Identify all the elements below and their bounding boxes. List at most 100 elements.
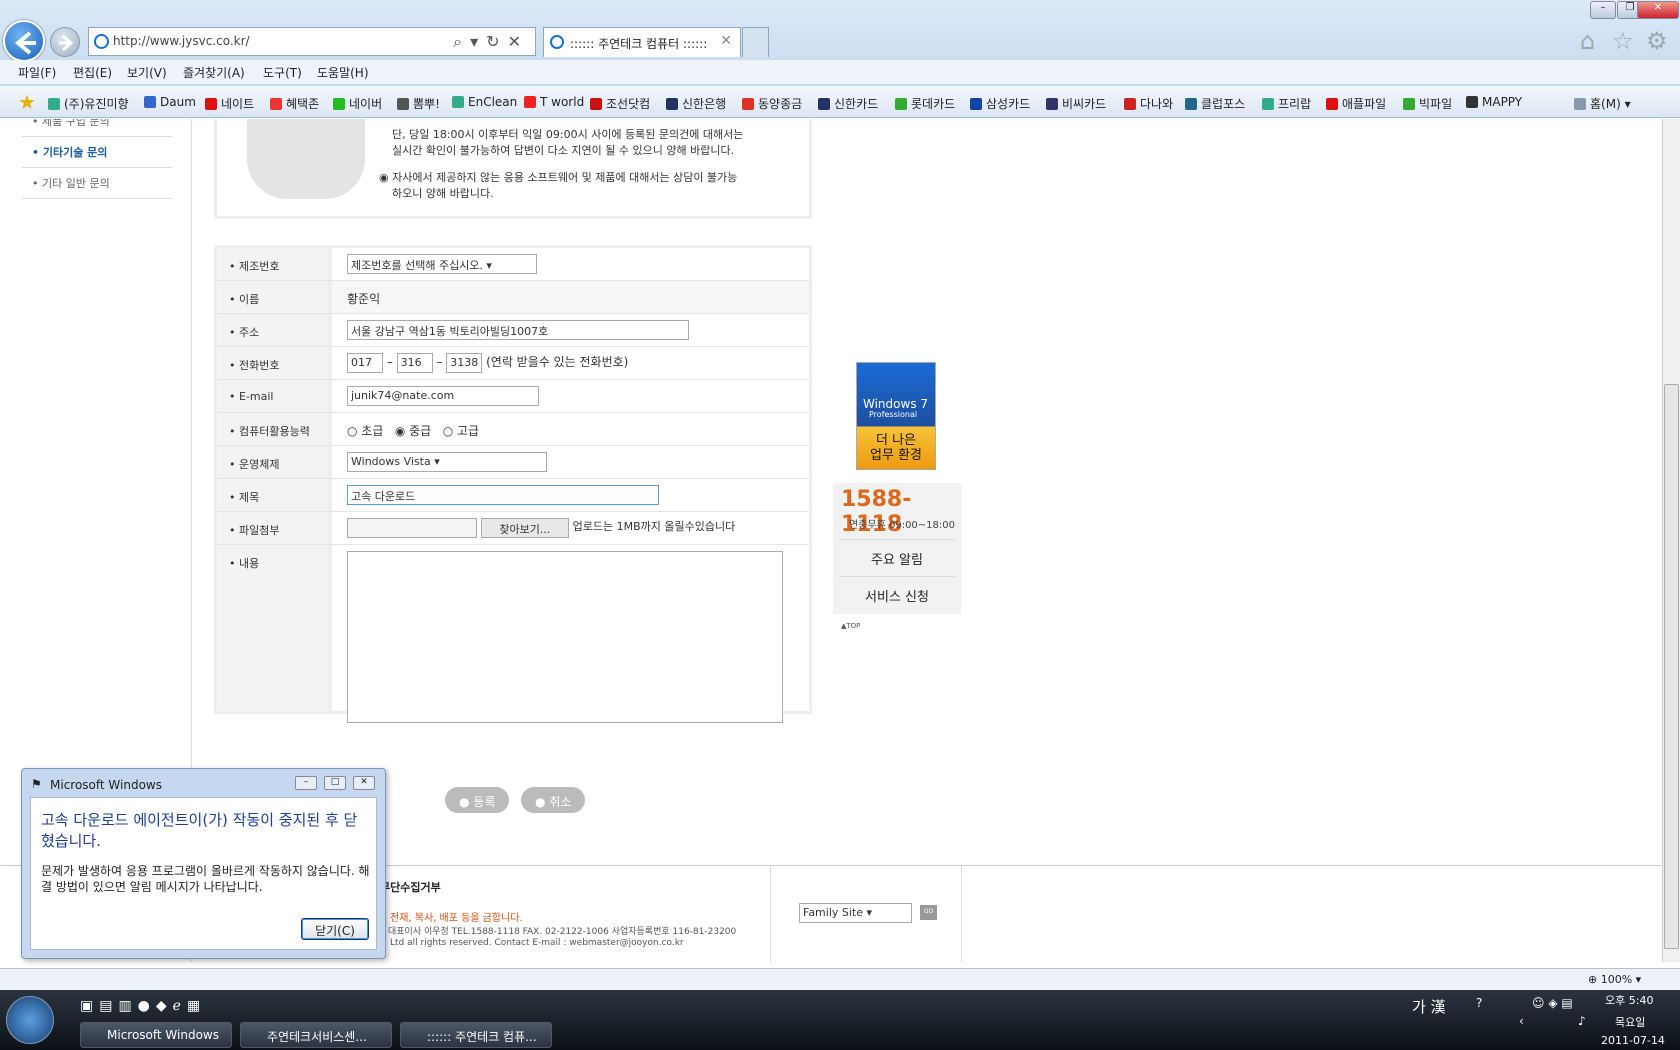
fav-item[interactable]: 혜택존 <box>270 95 319 112</box>
fav-item[interactable]: 다나와 <box>1124 95 1173 112</box>
footer-refuse[interactable]: 무단수집거부 <box>380 879 441 895</box>
fav-item[interactable]: 클럽포스 <box>1185 95 1245 112</box>
fav-item[interactable]: 빅파일 <box>1403 95 1452 112</box>
dialog-minimize-button[interactable]: – <box>295 776 317 790</box>
url-text[interactable]: http://www.jysvc.co.kr/ <box>113 34 250 48</box>
fav-item[interactable]: 비씨카드 <box>1046 95 1106 112</box>
skill-radio-advanced[interactable]: ○ 고급 <box>443 424 479 438</box>
serial-row: • 제조번호 제조번호를 선택해 주십시오. ▾ <box>217 248 809 281</box>
quick-launch-icons[interactable]: ▣▤▥●◆ℯ▦ <box>80 998 206 1014</box>
favorites-bar: ★ (주)유진미향 Daum 네이트 혜택존 네이버 뽐뿌! EnClean T… <box>0 86 1680 118</box>
tab-close-icon[interactable]: ✕ <box>720 33 732 49</box>
submit-button[interactable]: ● 등록 <box>445 787 510 813</box>
scrollbar-thumb[interactable] <box>1664 384 1679 949</box>
menu-tools[interactable]: 도구(T) <box>263 64 302 81</box>
os-select[interactable]: Windows Vista ▾ <box>347 452 547 472</box>
ie-icon <box>94 34 109 49</box>
content-label: • 내용 <box>217 545 332 711</box>
taskbar-item-service[interactable]: 주연테크서비스센... <box>240 1022 392 1048</box>
taskbar: ▣▤▥●◆ℯ▦ Microsoft Windows 주연테크서비스센... ::… <box>0 990 1680 1050</box>
menu-file[interactable]: 파일(F) <box>18 64 56 81</box>
gear-icon[interactable]: ⚙ <box>1646 27 1668 55</box>
ime-indicator[interactable]: 가 漢 <box>1412 996 1446 1017</box>
clock-time[interactable]: 오후 5:40 <box>1605 992 1653 1008</box>
help-icon[interactable]: ? <box>1476 996 1482 1010</box>
dialog-maximize-button[interactable]: □ <box>324 776 346 790</box>
tray-chevron-icon[interactable]: ‹ <box>1519 1014 1524 1028</box>
dialog-close-icon[interactable]: ✕ <box>353 776 375 790</box>
zoom-level[interactable]: ⊕ 100% ▾ <box>1588 973 1641 986</box>
favorites-star-icon[interactable]: ☆ <box>1612 27 1634 55</box>
minimize-button[interactable]: – <box>1590 1 1616 19</box>
fav-item[interactable]: (주)유진미향 <box>48 95 129 112</box>
home-menu-button[interactable]: 홈(M) ▾ <box>1574 95 1631 112</box>
fav-item[interactable]: 신한은행 <box>666 95 726 112</box>
address-tools-icons[interactable]: ⌕▾↻✕ <box>453 32 529 52</box>
menu-help[interactable]: 도움말(H) <box>317 64 369 81</box>
service-request-link[interactable]: 서비스 신청 <box>839 576 955 610</box>
skill-radio-beginner[interactable]: ○ 초급 <box>347 424 383 438</box>
windows-flag-icon: ⚑ <box>31 777 42 791</box>
fav-item[interactable]: Daum <box>144 95 196 109</box>
taskbar-item-dialog[interactable]: Microsoft Windows <box>80 1022 232 1048</box>
serial-select[interactable]: 제조번호를 선택해 주십시오. ▾ <box>347 254 537 274</box>
start-button[interactable] <box>6 996 54 1044</box>
forward-button[interactable] <box>50 27 80 57</box>
content-textarea[interactable] <box>347 551 783 723</box>
phone-note: (연락 받을수 있는 전화번호) <box>486 355 629 369</box>
fav-item[interactable]: 조선닷컴 <box>590 95 650 112</box>
fav-item[interactable]: 신한카드 <box>818 95 878 112</box>
subject-field[interactable]: 고속 다운로드 <box>347 485 659 505</box>
volume-icon[interactable]: ♪ <box>1578 1014 1586 1028</box>
menu-view[interactable]: 보기(V) <box>127 64 167 81</box>
back-button[interactable] <box>3 20 45 62</box>
address-field[interactable]: 서울 강남구 역삼1동 빅토리아빌딩1007호 <box>347 320 689 340</box>
dialog-close-button[interactable]: 닫기(C) <box>301 918 369 940</box>
fav-item[interactable]: 네이트 <box>205 95 254 112</box>
vertical-scrollbar[interactable] <box>1662 119 1680 962</box>
fav-item[interactable]: EnClean <box>452 95 517 109</box>
home-icon[interactable]: ⌂ <box>1580 27 1595 55</box>
sidebar-item-general[interactable]: • 기타 일반 문의 <box>22 169 172 199</box>
menu-edit[interactable]: 편집(E) <box>73 64 112 81</box>
forward-arrow-icon <box>59 34 74 52</box>
fav-item[interactable]: 동양종금 <box>742 95 802 112</box>
dialog-heading: 고속 다운로드 에이전트이(가) 작동이 중지된 후 닫혔습니다. <box>41 811 358 850</box>
family-site-select[interactable]: Family Site ▾ <box>799 903 912 923</box>
fav-item[interactable]: 뽐뿌! <box>397 95 440 112</box>
browser-tab[interactable]: :::::: 주연테크 컴퓨터 :::::: ✕ <box>543 27 741 57</box>
new-tab-button[interactable] <box>742 27 769 57</box>
add-favorite-star-icon[interactable]: ★ <box>18 90 36 114</box>
fav-item[interactable]: 롯데카드 <box>895 95 955 112</box>
menu-bar: 파일(F) 편집(E) 보기(V) 즐겨찾기(A) 도구(T) 도움말(H) <box>0 60 1680 84</box>
skill-radio-intermediate[interactable]: ◉ 중급 <box>395 424 431 438</box>
fav-item[interactable]: MAPPY <box>1466 95 1522 109</box>
windows7-ad-banner[interactable]: Windows 7 Professional 더 나은 업무 환경 <box>856 362 936 470</box>
cancel-button[interactable]: ● 취소 <box>521 787 586 813</box>
taskbar-item-browser[interactable]: :::::: 주연테크 컴퓨... <box>400 1022 552 1048</box>
error-dialog: ⚑ Microsoft Windows – □ ✕ 고속 다운로드 에이전트이(… <box>21 768 386 959</box>
phone-field-1[interactable]: 017 <box>347 353 383 373</box>
fav-item[interactable]: 프리랍 <box>1262 95 1311 112</box>
file-path-field[interactable] <box>347 518 477 538</box>
subject-row: • 제목 고속 다운로드 <box>217 479 809 512</box>
sidebar-item-tech[interactable]: • 기타기술 문의 <box>22 138 172 168</box>
fav-item[interactable]: T world <box>524 95 584 109</box>
notice-link[interactable]: 주요 알림 <box>839 539 955 573</box>
phone-field-3[interactable]: 3138 <box>446 353 483 373</box>
email-field[interactable]: junik74@nate.com <box>347 386 539 406</box>
address-bar[interactable]: http://www.jysvc.co.kr/ ⌕▾↻✕ <box>88 27 536 56</box>
browse-button[interactable]: 찾아보기... <box>480 518 569 538</box>
fav-item[interactable]: 네이버 <box>333 95 382 112</box>
tray-icons[interactable]: ☺ ◈ ▤ <box>1532 996 1573 1010</box>
sidebar-item-purchase[interactable]: • 제품 구입 문의 <box>22 119 172 137</box>
address-row: • 주소 서울 강남구 역삼1동 빅토리아빌딩1007호 <box>217 314 809 347</box>
close-window-button[interactable]: ✕ <box>1637 1 1679 19</box>
family-go-button[interactable]: GO <box>920 905 937 920</box>
fav-item[interactable]: 삼성카드 <box>970 95 1030 112</box>
phone-field-2[interactable]: 316 <box>396 353 433 373</box>
top-link[interactable]: ▲TOP <box>841 622 860 630</box>
menu-favorites[interactable]: 즐겨찾기(A) <box>183 64 245 81</box>
fav-item[interactable]: 애플파일 <box>1326 95 1386 112</box>
content-row: • 내용 <box>217 545 809 723</box>
